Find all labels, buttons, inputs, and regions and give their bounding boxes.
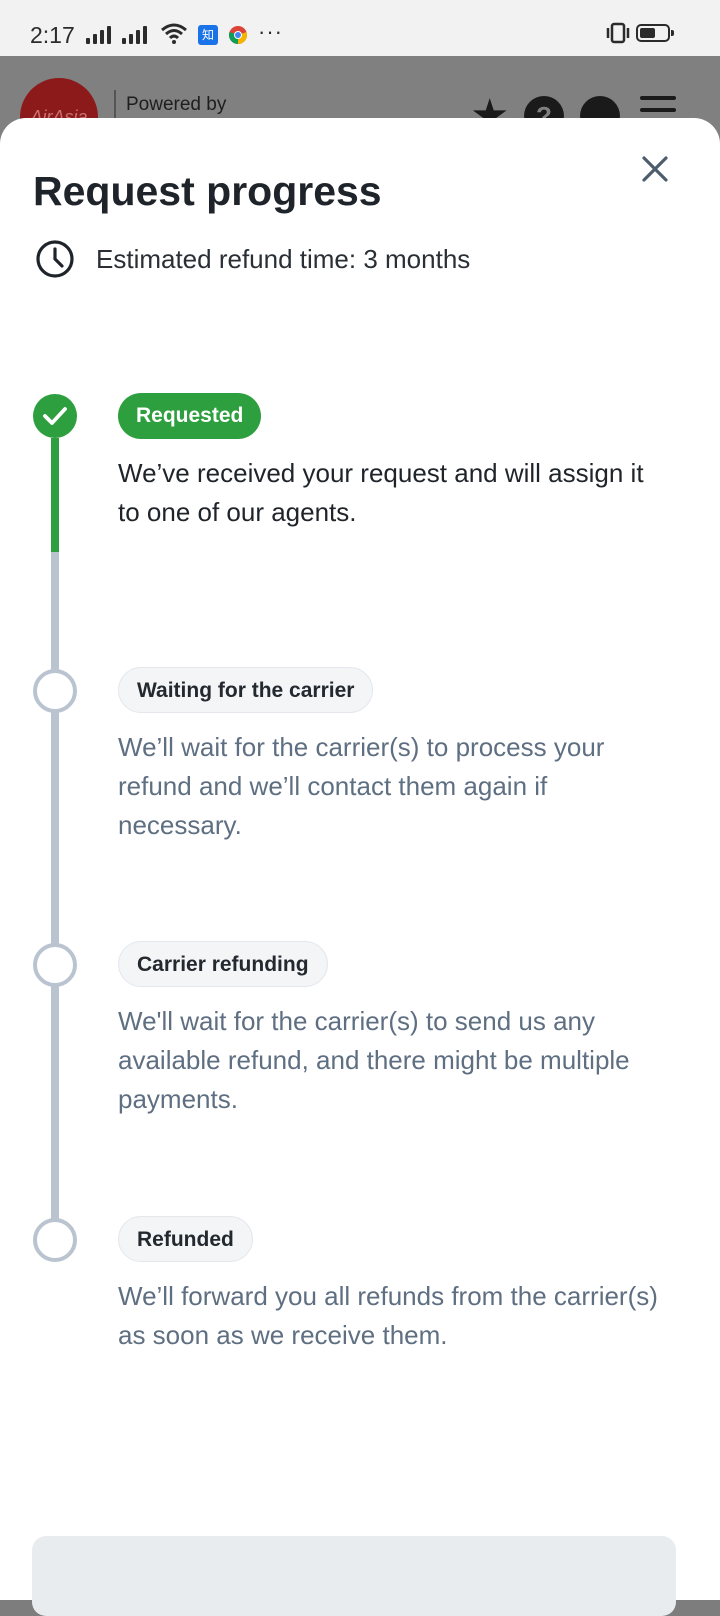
step-description: We’ll wait for the carrier(s) to process…: [118, 732, 605, 840]
step-badge-waiting: Waiting for the carrier: [118, 667, 374, 713]
request-progress-sheet: Request progress Estimated refund time: …: [0, 118, 720, 1616]
timeline-line-pending: [51, 552, 59, 1244]
estimated-refund-text: Estimated refund time: 3 months: [96, 243, 471, 274]
page-title: Request progress: [33, 168, 382, 214]
signal-icon-2: [122, 24, 147, 44]
step-dot-waiting: [33, 669, 77, 713]
battery-icon: [636, 24, 674, 42]
zhihu-app-icon: 知: [198, 25, 218, 45]
footer-panel: [32, 1536, 676, 1616]
step-description: We'll wait for the carrier(s) to send us…: [118, 1006, 630, 1114]
step-dot-requested: [33, 394, 77, 438]
step-badge-carrier-refunding: Carrier refunding: [118, 941, 328, 987]
step-dot-refunded: [33, 1218, 77, 1262]
clock-icon: [36, 240, 74, 278]
timeline-line-complete: [51, 438, 59, 552]
signal-icon: [86, 24, 111, 44]
vibrate-icon: [604, 22, 632, 49]
close-icon[interactable]: [636, 150, 674, 188]
estimated-refund-row: Estimated refund time: 3 months: [34, 238, 470, 280]
step-badge-requested: Requested: [118, 393, 262, 439]
powered-by-label: Powered by: [126, 94, 227, 115]
check-icon: [43, 407, 67, 425]
step-badge-refunded: Refunded: [118, 1216, 253, 1262]
chrome-icon: [228, 25, 248, 50]
step-description: We’ll forward you all refunds from the c…: [118, 1281, 658, 1350]
more-notifications-icon: ···: [258, 19, 283, 44]
step-dot-carrier-refunding: [33, 943, 77, 987]
wifi-icon: [160, 22, 188, 49]
status-bar: 2:17 知 ···: [0, 0, 720, 56]
step-description: We’ve received your request and will ass…: [118, 458, 644, 527]
status-time: 2:17: [30, 22, 75, 48]
